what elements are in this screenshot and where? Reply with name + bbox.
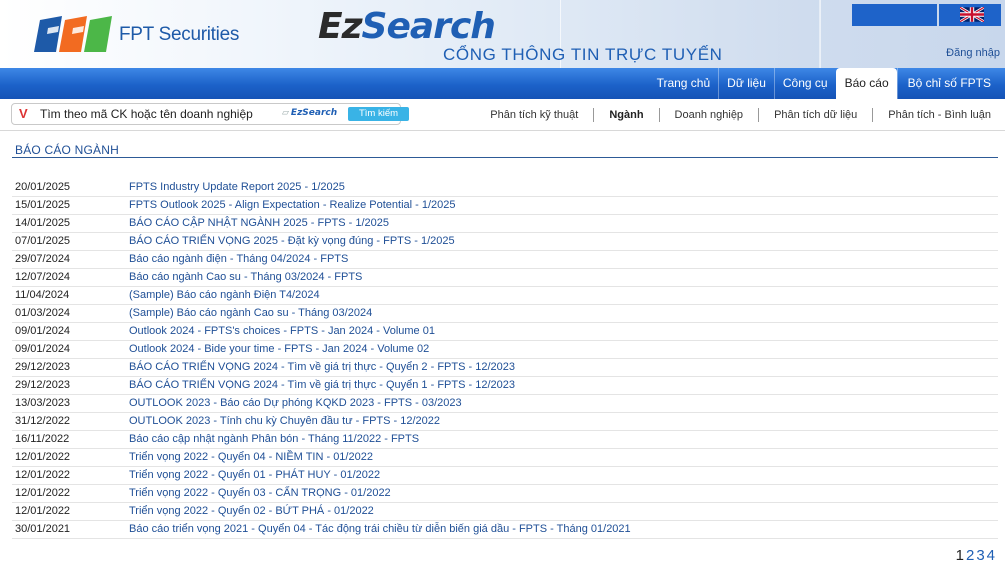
report-date: 15/01/2025 — [15, 199, 71, 211]
report-title-link[interactable]: BÁO CÁO TRIỂN VỌNG 2025 - Đặt kỳ vọng đú… — [129, 233, 455, 250]
report-title-link[interactable]: Outlook 2024 - Bide your time - FPTS - J… — [129, 341, 429, 358]
report-title-link[interactable]: BÁO CÁO TRIỂN VỌNG 2024 - Tìm về giá trị… — [129, 377, 515, 394]
brand-search: Search — [361, 6, 496, 47]
report-row: 29/07/2024 Báo cáo ngành điện - Tháng 04/… — [12, 251, 998, 269]
report-row: 13/03/2023 OUTLOOK 2023 - Báo cáo Dự phón… — [12, 395, 998, 413]
uk-flag-icon — [960, 7, 984, 22]
logo-text: FPT Securities — [119, 24, 240, 45]
nav-item-data[interactable]: Dữ liệu — [718, 68, 774, 99]
page-link-3[interactable]: 3 — [976, 547, 984, 564]
report-title-link[interactable]: BÁO CÁO CẬP NHẬT NGÀNH 2025 - FPTS - 1/2… — [129, 215, 389, 232]
report-date: 13/03/2023 — [15, 397, 71, 409]
search-box: V ▱EzSearch Tìm kiếm — [11, 103, 409, 125]
subnav-item-commentary[interactable]: Phân tích - Bình luận — [872, 108, 1000, 122]
report-date: 29/07/2024 — [15, 253, 71, 265]
report-date: 07/01/2025 — [15, 235, 71, 247]
report-row: 29/12/2023 BÁO CÁO TRIỂN VỌNG 2024 - Tìm … — [12, 377, 998, 395]
subnav-item-data-analysis[interactable]: Phân tích dữ liệu — [758, 108, 872, 122]
report-title-link[interactable]: OUTLOOK 2023 - Tính chu kỳ Chuyên đầu tư… — [129, 413, 440, 430]
report-date: 12/01/2022 — [15, 505, 71, 517]
report-row: 12/01/2022 Triển vọng 2022 - Quyển 03 - C… — [12, 485, 998, 503]
report-row: 31/12/2022 OUTLOOK 2023 - Tính chu kỳ Chu… — [12, 413, 998, 431]
report-title-link[interactable]: Outlook 2024 - FPTS's choices - FPTS - J… — [129, 323, 435, 340]
section-title: BÁO CÁO NGÀNH — [15, 143, 119, 157]
nav-items: Trang chủ Dữ liệu Công cụ Báo cáo Bộ chỉ… — [649, 68, 1005, 99]
report-date: 12/01/2022 — [15, 487, 71, 499]
pagination: 1234 — [956, 547, 995, 564]
ezsearch-brand: EzSearch — [318, 6, 496, 47]
report-title-link[interactable]: Báo cáo cập nhật ngành Phân bón - Tháng … — [129, 431, 419, 448]
login-link[interactable]: Đăng nhập — [946, 47, 1000, 59]
report-row: 15/01/2025 FPTS Outlook 2025 - Align Expe… — [12, 197, 998, 215]
report-row: 11/04/2024 (Sample) Báo cáo ngành Điện T4… — [12, 287, 998, 305]
report-date: 09/01/2024 — [15, 325, 71, 337]
report-row: 29/12/2023 BÁO CÁO TRIỂN VỌNG 2024 - Tìm … — [12, 359, 998, 377]
report-title-link[interactable]: Triển vọng 2022 - Quyển 02 - BỨT PHÁ - 0… — [129, 503, 374, 520]
report-date: 29/12/2023 — [15, 379, 71, 391]
report-row: 01/03/2024 (Sample) Báo cáo ngành Cao su … — [12, 305, 998, 323]
report-title-link[interactable]: (Sample) Báo cáo ngành Điện T4/2024 — [129, 287, 320, 304]
report-row: 16/11/2022 Báo cáo cập nhật ngành Phân bó… — [12, 431, 998, 449]
report-title-link[interactable]: FPTS Industry Update Report 2025 - 1/202… — [129, 179, 345, 196]
report-list: 20/01/2025 FPTS Industry Update Report 20… — [12, 179, 998, 539]
ezsearch-small-text: EzSearch — [290, 108, 338, 118]
nav-item-fpts-index[interactable]: Bộ chỉ số FPTS — [896, 68, 1005, 99]
search-button[interactable]: Tìm kiếm — [348, 107, 409, 121]
brand-ez: Ez — [318, 6, 363, 47]
subnav-item-industry[interactable]: Ngành — [593, 108, 658, 122]
subnav-item-technical[interactable]: Phân tích kỹ thuật — [475, 108, 593, 122]
nav-item-tools[interactable]: Công cụ — [773, 68, 836, 99]
report-title-link[interactable]: FPTS Outlook 2025 - Align Expectation - … — [129, 197, 456, 214]
report-title-link[interactable]: Triển vọng 2022 - Quyển 03 - CẨN TRỌNG -… — [129, 485, 391, 502]
report-row: 12/07/2024 Báo cáo ngành Cao su - Tháng 0… — [12, 269, 998, 287]
report-date: 12/01/2022 — [15, 451, 71, 463]
report-row: 12/01/2022 Triển vọng 2022 - Quyển 02 - B… — [12, 503, 998, 521]
report-date: 14/01/2025 — [15, 217, 71, 229]
portal-title: CỔNG THÔNG TIN TRỰC TUYẾN — [443, 45, 723, 64]
language-switch[interactable] — [939, 4, 1001, 26]
ezsearch-small-logo: ▱ EzSearch — [282, 108, 338, 118]
report-row: 07/01/2025 BÁO CÁO TRIỂN VỌNG 2025 - Đặt … — [12, 233, 998, 251]
page-link-2[interactable]: 2 — [966, 547, 974, 564]
top-bar — [852, 4, 937, 26]
report-date: 12/01/2022 — [15, 469, 71, 481]
report-row: 12/01/2022 Triển vọng 2022 - Quyển 04 - N… — [12, 449, 998, 467]
report-date: 09/01/2024 — [15, 343, 71, 355]
report-date: 20/01/2025 — [15, 181, 71, 193]
report-title-link[interactable]: OUTLOOK 2023 - Báo cáo Dự phóng KQKD 202… — [129, 395, 462, 412]
report-title-link[interactable]: Báo cáo ngành Cao su - Tháng 03/2024 - F… — [129, 269, 362, 286]
report-title-link[interactable]: Báo cáo ngành điện - Tháng 04/2024 - FPT… — [129, 251, 348, 268]
search-bar: V ▱EzSearch Tìm kiếm Phân tích kỹ thuật … — [0, 99, 1005, 131]
report-row: 09/01/2024 Outlook 2024 - Bide your time … — [12, 341, 998, 359]
report-row: 14/01/2025 BÁO CÁO CẬP NHẬT NGÀNH 2025 - … — [12, 215, 998, 233]
report-date: 30/01/2021 — [15, 523, 71, 535]
report-date: 12/07/2024 — [15, 271, 71, 283]
search-input[interactable] — [40, 105, 280, 123]
report-date: 01/03/2024 — [15, 307, 71, 319]
nav-item-reports[interactable]: Báo cáo — [835, 68, 897, 99]
report-row: 12/01/2022 Triển vọng 2022 - Quyển 01 - P… — [12, 467, 998, 485]
report-date: 11/04/2024 — [15, 289, 70, 301]
fpt-logo-icon — [34, 16, 112, 52]
report-date: 29/12/2023 — [15, 361, 71, 373]
report-title-link[interactable]: Triển vọng 2022 - Quyển 04 - NIỀM TIN - … — [129, 449, 373, 466]
report-title-link[interactable]: Báo cáo triển vọng 2021 - Quyển 04 - Tác… — [129, 521, 631, 538]
report-title-link[interactable]: Triển vọng 2022 - Quyển 01 - PHÁT HUY - … — [129, 467, 380, 484]
report-date: 31/12/2022 — [15, 415, 71, 427]
page-header: FPT Securities EzSearch CỔNG THÔNG TIN T… — [0, 0, 1005, 68]
report-row: 09/01/2024 Outlook 2024 - FPTS's choices … — [12, 323, 998, 341]
page-link-4[interactable]: 4 — [987, 547, 995, 564]
report-row: 30/01/2021 Báo cáo triển vọng 2021 - Quyể… — [12, 521, 998, 539]
report-title-link[interactable]: (Sample) Báo cáo ngành Cao su - Tháng 03… — [129, 305, 372, 322]
page-link-1[interactable]: 1 — [956, 547, 964, 564]
subnav-item-company[interactable]: Doanh nghiệp — [658, 108, 759, 122]
report-title-link[interactable]: BÁO CÁO TRIỂN VỌNG 2024 - Tìm về giá trị… — [129, 359, 515, 376]
v-icon: V — [19, 106, 28, 121]
section-divider — [12, 157, 998, 158]
main-nav: Trang chủ Dữ liệu Công cụ Báo cáo Bộ chỉ… — [0, 68, 1005, 99]
report-row: 20/01/2025 FPTS Industry Update Report 20… — [12, 179, 998, 197]
sub-nav: Phân tích kỹ thuật Ngành Doanh nghiệp Ph… — [475, 108, 1000, 122]
nav-item-home[interactable]: Trang chủ — [649, 68, 719, 99]
report-date: 16/11/2022 — [15, 433, 70, 445]
